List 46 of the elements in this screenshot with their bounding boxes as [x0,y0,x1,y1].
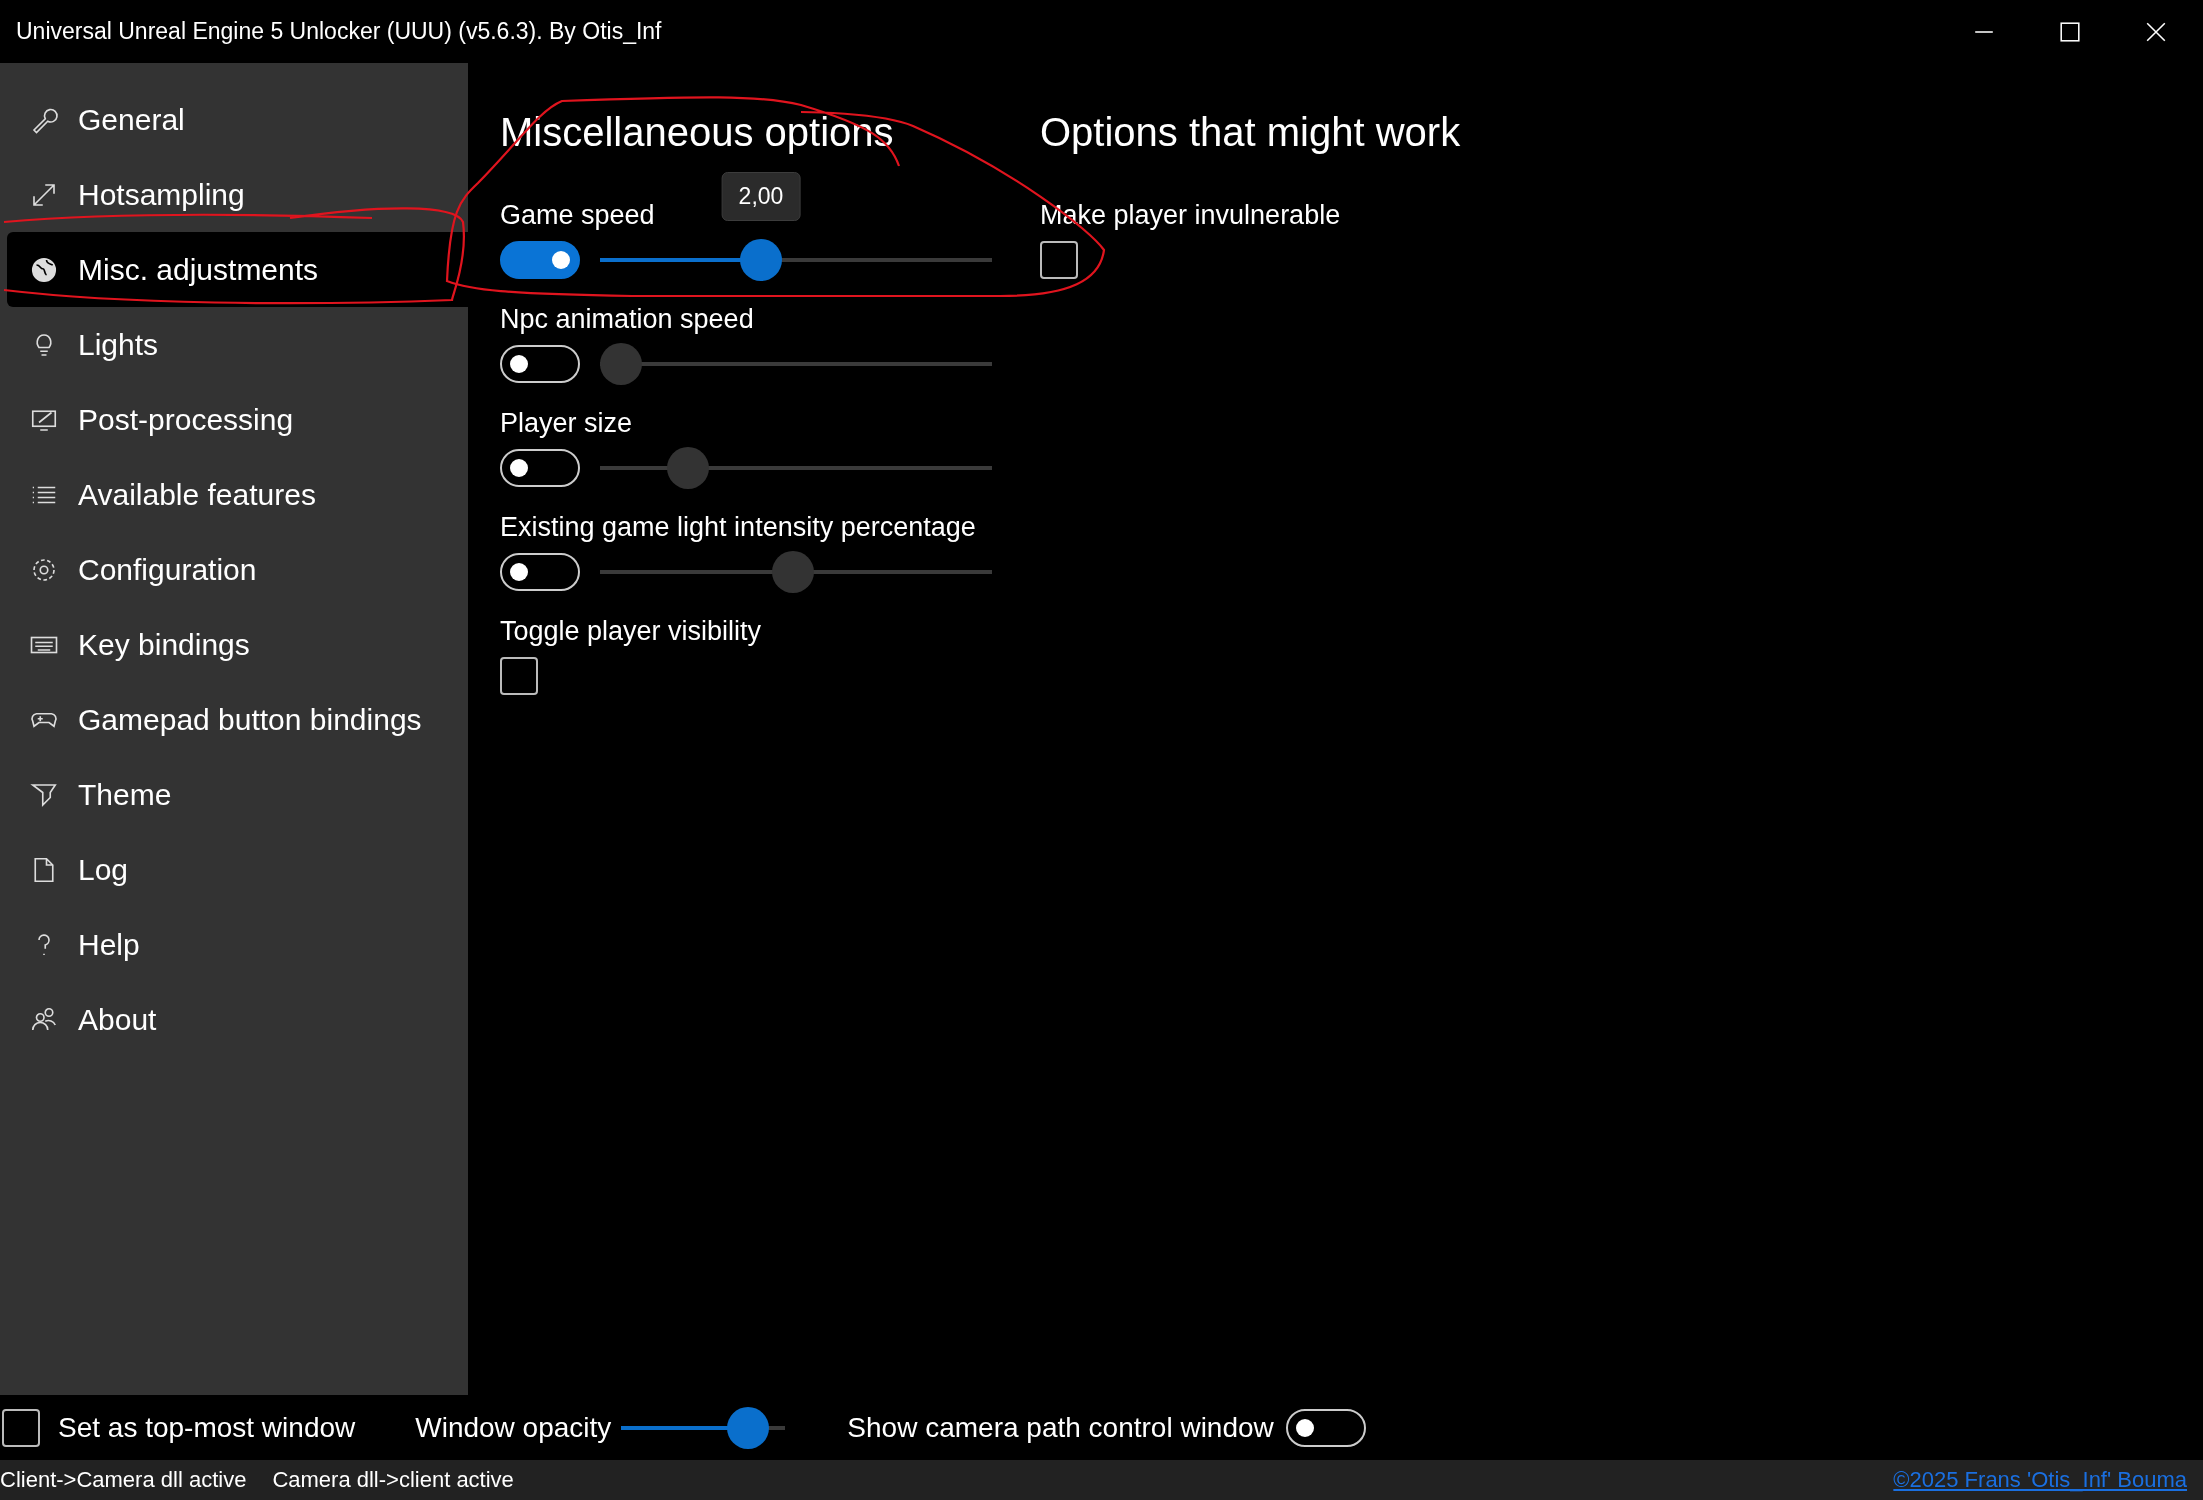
option-label: Npc animation speed [500,303,755,336]
sidebar-item[interactable]: Log [7,832,468,907]
topmost-label: Set as top-most window [58,1411,356,1444]
slider[interactable] [600,447,992,489]
toggle-switch[interactable] [500,553,580,591]
slider-thumb[interactable] [600,343,642,385]
camera-path-label: Show camera path control window [847,1411,1274,1444]
window-title: Universal Unreal Engine 5 Unlocker (UUU) (v5.6.3). By Otis_Inf [16,18,662,45]
maximize-icon[interactable] [2059,20,2081,43]
toggle-switch[interactable] [500,449,580,487]
option-label: Toggle player visibility [500,615,763,648]
slider[interactable] [600,239,992,281]
sidebar-item[interactable]: Gamepad button bindings [7,682,468,757]
sidebar-item[interactable]: Lights [7,307,468,382]
toggle-switch[interactable] [500,345,580,383]
checkbox[interactable] [1040,241,1078,279]
sidebar-item[interactable]: Misc. adjustments [7,232,468,307]
option-label: Existing game light intensity percentage [500,511,977,544]
slider-thumb[interactable] [771,551,814,593]
toggle-switch[interactable] [500,241,580,279]
sidebar-item[interactable]: Hotsampling [7,157,468,232]
sidebar-item[interactable]: Help [7,907,468,982]
option-label: Game speed [500,199,656,232]
sidebar-item[interactable]: Available features [7,457,468,532]
slider-thumb[interactable] [740,239,782,281]
sidebar-item[interactable]: General [7,82,468,157]
close-icon[interactable] [2145,20,2167,43]
slider[interactable] [600,551,992,593]
slider-thumb[interactable] [727,1406,770,1449]
slider-thumb[interactable] [666,447,709,489]
section-heading: Options that might work [1040,109,1461,156]
sidebar-item[interactable]: Theme [7,757,468,832]
toggle-switch[interactable] [1285,1408,1366,1447]
opacity-label: Window opacity [415,1411,612,1444]
sidebar-item[interactable]: Configuration [7,532,468,607]
status-text: Client->Camera dll active [0,1467,247,1493]
sidebar-item[interactable]: About [7,982,468,1057]
option-label: Player size [500,407,634,440]
opacity-slider[interactable] [621,1406,786,1449]
sidebar-item[interactable]: Key bindings [7,607,468,682]
value-tooltip: 2,00 [721,172,801,221]
sidebar-item[interactable]: Post-processing [7,382,468,457]
slider[interactable] [600,343,992,385]
checkbox[interactable] [500,657,538,695]
status-text: Camera dll->client active [272,1467,514,1493]
checkbox[interactable] [2,1408,40,1447]
